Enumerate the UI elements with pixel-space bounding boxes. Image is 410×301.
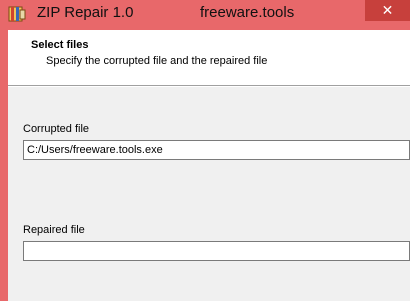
wizard-window: Select files Specify the corrupted file … <box>8 30 410 301</box>
close-icon: ✕ <box>381 2 394 19</box>
corrupted-file-label: Corrupted file <box>23 123 90 135</box>
repaired-file-input[interactable] <box>23 241 410 261</box>
header-subtitle: Specify the corrupted file and the repai… <box>46 55 268 67</box>
window-subtitle: freeware.tools <box>200 4 295 21</box>
wizard-header: Select files Specify the corrupted file … <box>8 30 410 86</box>
title-bar[interactable]: ZIP Repair 1.0 freeware.tools ✕ <box>0 0 410 30</box>
header-title: Select files <box>31 39 89 51</box>
zip-archive-icon[interactable] <box>8 5 26 23</box>
corrupted-file-input[interactable] <box>23 140 410 160</box>
header-separator <box>8 86 410 87</box>
repaired-file-label: Repaired file <box>23 224 85 236</box>
window-title: ZIP Repair 1.0 <box>37 4 134 21</box>
close-button[interactable]: ✕ <box>365 0 410 21</box>
